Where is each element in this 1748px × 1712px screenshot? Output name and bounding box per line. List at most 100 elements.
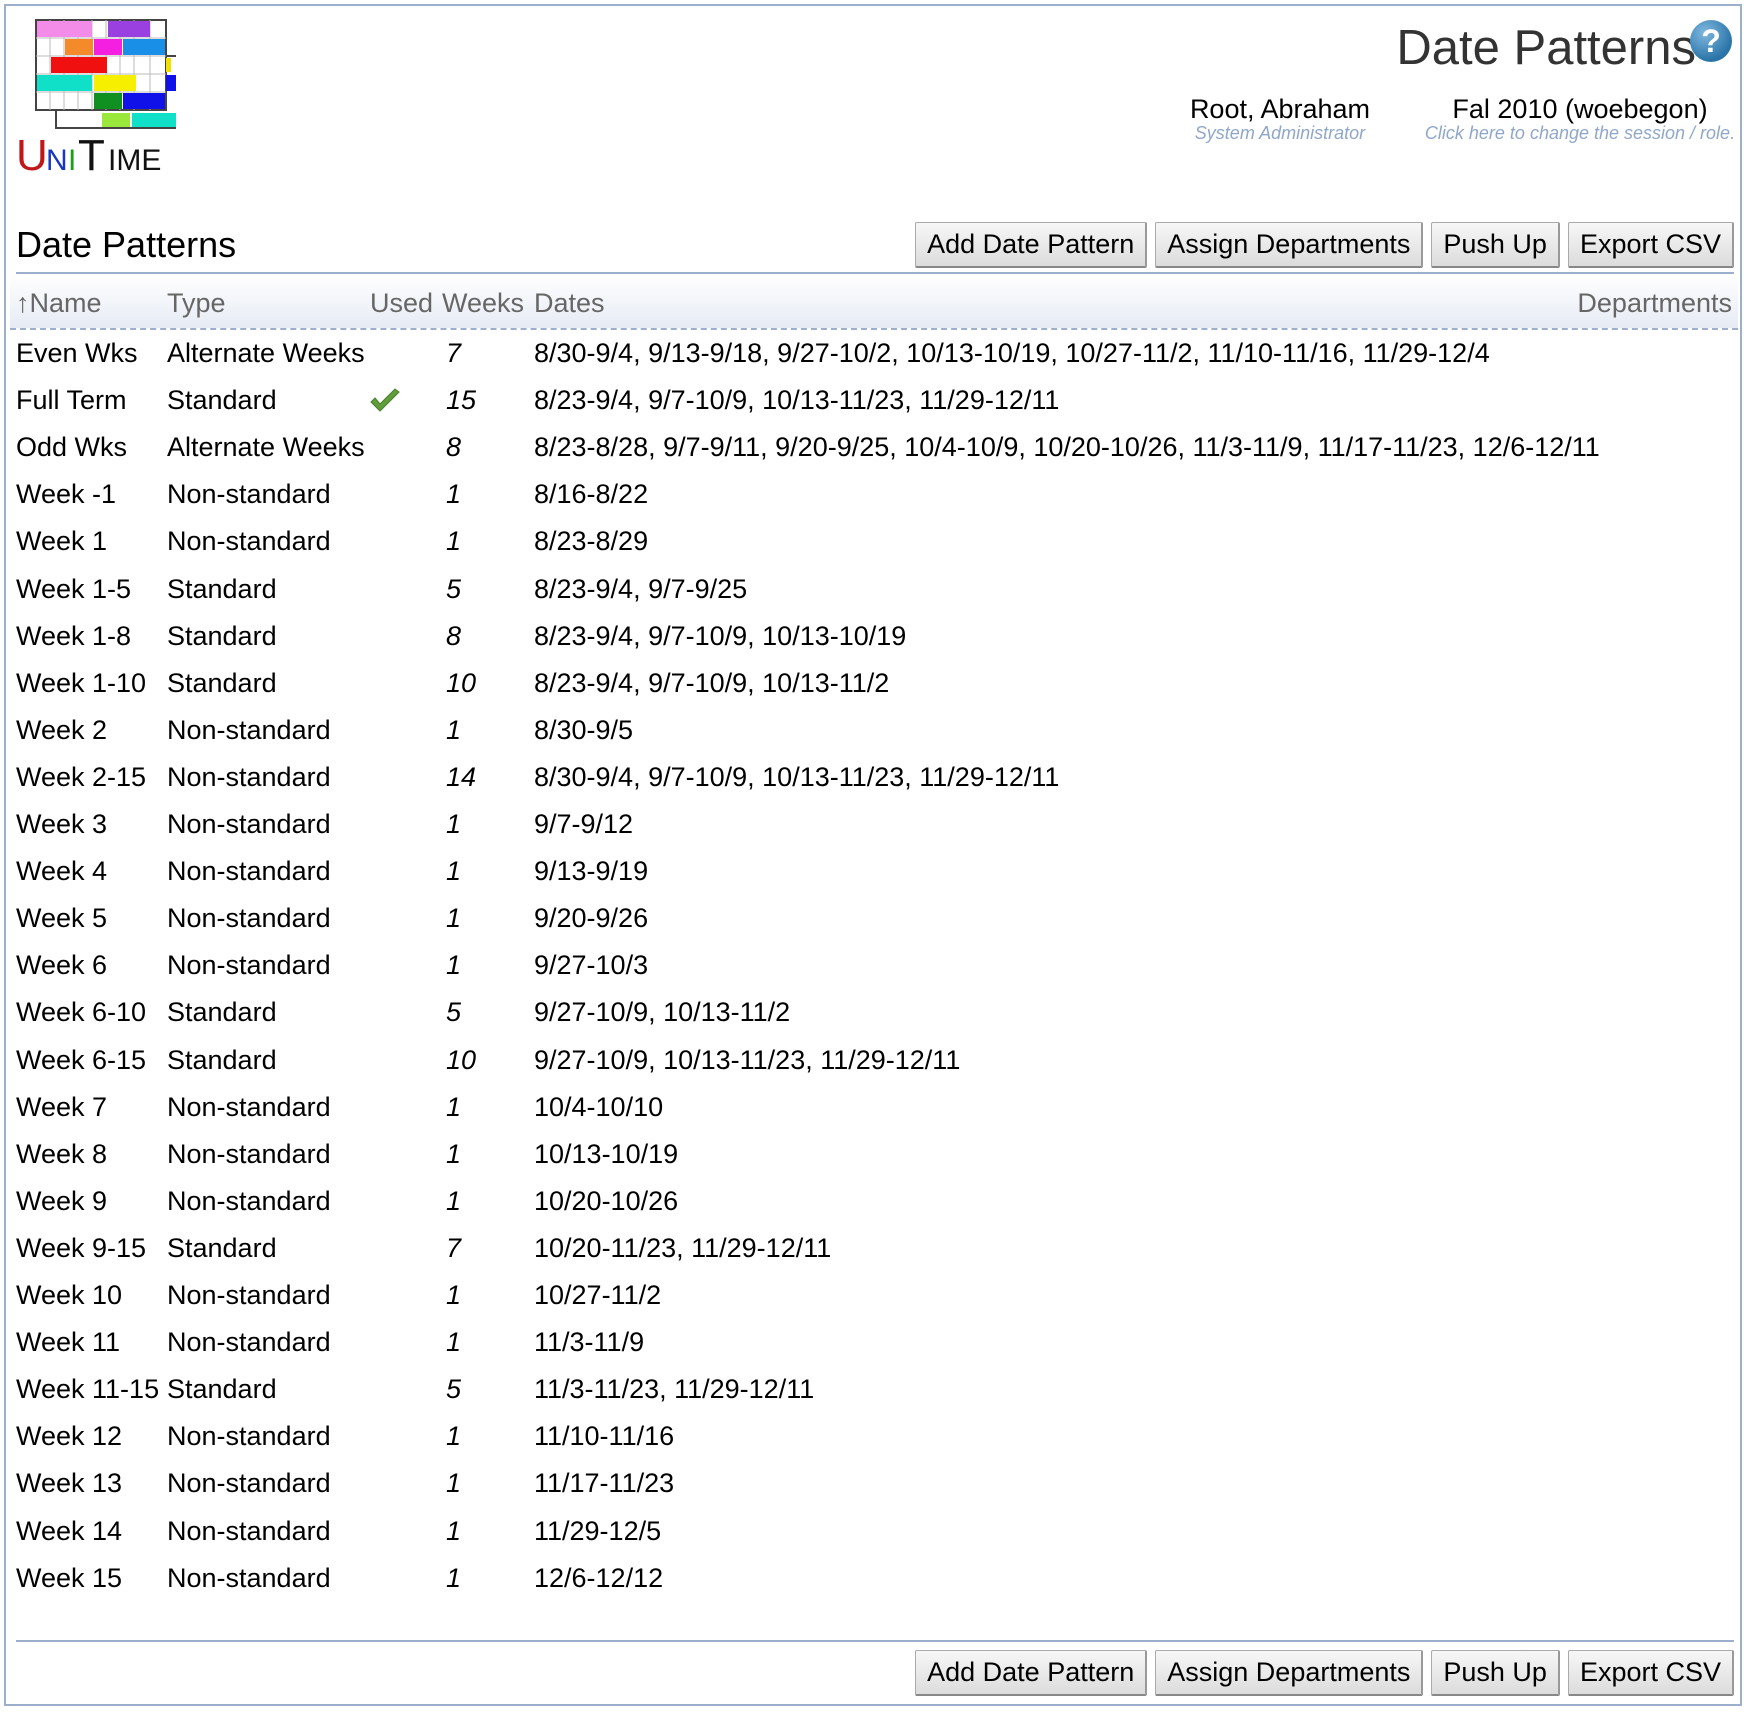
table-row[interactable]: Week 6 Non-standard 1 9/27-10/3 — [0, 942, 1748, 989]
pattern-dates: 8/23-8/28, 9/7-9/11, 9/20-9/25, 10/4-10/… — [534, 432, 1600, 463]
table-row[interactable]: Week 6-10 Standard 5 9/27-10/9, 10/13-11/2 — [0, 989, 1748, 1036]
column-header-name[interactable]: ↑Name — [16, 288, 102, 319]
table-row[interactable]: Week 7 Non-standard 1 10/4-10/10 — [0, 1084, 1748, 1131]
pattern-weeks: 5 — [446, 573, 462, 604]
pattern-type: Non-standard — [167, 1515, 331, 1546]
add-date-pattern-button[interactable]: Add Date Pattern — [915, 222, 1148, 268]
help-icon[interactable]: ? — [1690, 20, 1732, 62]
assign-departments-button-bottom[interactable]: Assign Departments — [1155, 1650, 1424, 1696]
table-row[interactable]: Full Term Standard 15 8/23-9/4, 9/7-10/9, 1… — [0, 377, 1748, 424]
pattern-name: Week 9 — [16, 1185, 108, 1216]
table-row[interactable]: Week 3 Non-standard 1 9/7-9/12 — [0, 801, 1748, 848]
session-name: Fal 2010 (woebegon) — [1452, 94, 1708, 124]
table-row[interactable]: Week 1 Non-standard 1 8/23-8/29 — [0, 518, 1748, 565]
pattern-name: Week 1 — [16, 526, 108, 557]
table-row[interactable]: Week 5 Non-standard 1 9/20-9/26 — [0, 895, 1748, 942]
pattern-dates: 10/20-10/26 — [534, 1185, 679, 1216]
column-header-departments[interactable]: Departments — [1577, 288, 1732, 319]
logo-grid-icon: U N I T IME — [16, 19, 187, 180]
table-row[interactable]: Week 11 Non-standard 1 11/3-11/9 — [0, 1319, 1748, 1366]
pattern-type: Standard — [167, 1232, 277, 1263]
pattern-type: Non-standard — [167, 1327, 331, 1358]
pattern-weeks: 1 — [446, 526, 462, 557]
pattern-weeks: 10 — [446, 667, 477, 698]
table-row[interactable]: Week 10 Non-standard 1 10/27-11/2 — [0, 1272, 1748, 1319]
table-row[interactable]: Even Wks Alternate Weeks 7 8/30-9/4, 9/13-9… — [0, 330, 1748, 377]
bottom-button-bar: Add Date Pattern Assign Departments Push… — [915, 1650, 1734, 1696]
page-title: Date Patterns — [1396, 21, 1696, 75]
pattern-type: Standard — [167, 620, 277, 651]
pattern-type: Non-standard — [167, 1468, 331, 1499]
pattern-weeks: 10 — [446, 1044, 477, 1075]
table-row[interactable]: Week 14 Non-standard 1 11/29-12/5 — [0, 1508, 1748, 1555]
pattern-name: Week 1-10 — [16, 667, 147, 698]
pattern-weeks: 1 — [446, 1421, 462, 1452]
pattern-type: Alternate Weeks — [167, 338, 365, 368]
table-row[interactable]: Week 11-15 Standard 5 11/3-11/23, 11/29-12/… — [0, 1366, 1748, 1413]
pattern-dates: 8/23-9/4, 9/7-9/25 — [534, 573, 748, 604]
pattern-type: Non-standard — [167, 714, 331, 745]
push-up-button[interactable]: Push Up — [1431, 222, 1560, 268]
pattern-type: Alternate Weeks — [167, 432, 365, 463]
table-row[interactable]: Week 8 Non-standard 1 10/13-10/19 — [0, 1131, 1748, 1178]
table-row[interactable]: Week 1-10 Standard 10 8/23-9/4, 9/7-10/9, 1… — [0, 660, 1748, 707]
pattern-name: Week 12 — [16, 1421, 123, 1452]
table-row[interactable]: Week 9-15 Standard 7 10/20-11/23, 11/29-12/… — [0, 1225, 1748, 1272]
pattern-dates: 10/27-11/2 — [534, 1280, 662, 1310]
export-csv-button[interactable]: Export CSV — [1567, 222, 1734, 268]
table-row[interactable]: Week -1 Non-standard 1 8/16-8/22 — [0, 471, 1748, 518]
export-csv-button-bottom[interactable]: Export CSV — [1567, 1650, 1734, 1696]
pattern-name: Week 13 — [16, 1468, 123, 1499]
pattern-type: Non-standard — [167, 1421, 331, 1452]
pattern-used — [368, 387, 402, 422]
svg-text:IME: IME — [108, 144, 161, 177]
table-row[interactable]: Week 2-15 Non-standard 14 8/30-9/4, 9/7-10/… — [0, 754, 1748, 801]
table-row[interactable]: Week 4 Non-standard 1 9/13-9/19 — [0, 848, 1748, 895]
column-header-used[interactable]: Used — [370, 288, 433, 319]
assign-departments-button[interactable]: Assign Departments — [1155, 222, 1424, 268]
pattern-dates: 12/6-12/12 — [534, 1562, 664, 1593]
pattern-type: Standard — [167, 385, 277, 416]
table-row[interactable]: Week 1-5 Standard 5 8/23-9/4, 9/7-9/25 — [0, 566, 1748, 613]
session-info[interactable]: Fal 2010 (woebegon) Click here to change… — [1420, 94, 1740, 144]
pattern-name: Week 15 — [16, 1562, 123, 1593]
table-row[interactable]: Week 15 Non-standard 1 12/6-12/12 — [0, 1555, 1748, 1602]
pattern-name: Even Wks — [16, 338, 138, 368]
pattern-name: Week 7 — [16, 1091, 108, 1122]
svg-text:N: N — [46, 144, 68, 177]
checkmark-icon — [370, 388, 400, 412]
pattern-weeks: 1 — [446, 1185, 462, 1216]
pattern-name: Odd Wks — [16, 432, 128, 463]
table-row[interactable]: Odd Wks Alternate Weeks 8 8/23-8/28, 9/7-9/… — [0, 424, 1748, 471]
table-row[interactable]: Week 9 Non-standard 1 10/20-10/26 — [0, 1178, 1748, 1225]
add-date-pattern-button-bottom[interactable]: Add Date Pattern — [915, 1650, 1148, 1696]
unitime-logo[interactable]: U N I T IME — [16, 18, 187, 180]
table-row[interactable]: Week 12 Non-standard 1 11/10-11/16 — [0, 1413, 1748, 1460]
push-up-button-bottom[interactable]: Push Up — [1431, 1650, 1560, 1696]
pattern-dates: 8/30-9/4, 9/7-10/9, 10/13-11/23, 11/29-1… — [534, 761, 1060, 792]
pattern-type: Non-standard — [167, 809, 331, 839]
pattern-dates: 8/16-8/22 — [534, 479, 649, 510]
pattern-dates: 10/4-10/10 — [534, 1091, 664, 1122]
pattern-name: Week 6 — [16, 950, 108, 981]
column-header-type[interactable]: Type — [167, 288, 226, 319]
column-header-weeks[interactable]: Weeks — [442, 288, 524, 319]
sort-ascending-icon: ↑ — [16, 288, 30, 318]
table-row[interactable]: Week 13 Non-standard 1 11/17-11/23 — [0, 1460, 1748, 1507]
pattern-dates: 9/20-9/26 — [534, 903, 649, 934]
pattern-dates: 9/27-10/9, 10/13-11/23, 11/29-12/11 — [534, 1044, 961, 1075]
table-row[interactable]: Week 2 Non-standard 1 8/30-9/5 — [0, 707, 1748, 754]
session-change-link[interactable]: Click here to change the session / role. — [1420, 123, 1740, 144]
pattern-name: Week 11 — [16, 1327, 121, 1358]
pattern-type: Non-standard — [167, 1280, 331, 1310]
user-role: System Administrator — [1194, 123, 1366, 143]
pattern-name: Week 6-10 — [16, 997, 147, 1028]
pattern-name: Week 10 — [16, 1280, 123, 1310]
pattern-dates: 8/23-9/4, 9/7-10/9, 10/13-11/23, 11/29-1… — [534, 385, 1060, 416]
table-row[interactable]: Week 6-15 Standard 10 9/27-10/9, 10/13-11/2… — [0, 1037, 1748, 1084]
user-info[interactable]: Root, Abraham System Administrator — [1180, 94, 1380, 144]
pattern-dates: 9/27-10/3 — [534, 950, 649, 981]
column-header-dates[interactable]: Dates — [534, 288, 605, 319]
pattern-name: Week 1-5 — [16, 573, 132, 604]
table-row[interactable]: Week 1-8 Standard 8 8/23-9/4, 9/7-10/9, 10/… — [0, 613, 1748, 660]
